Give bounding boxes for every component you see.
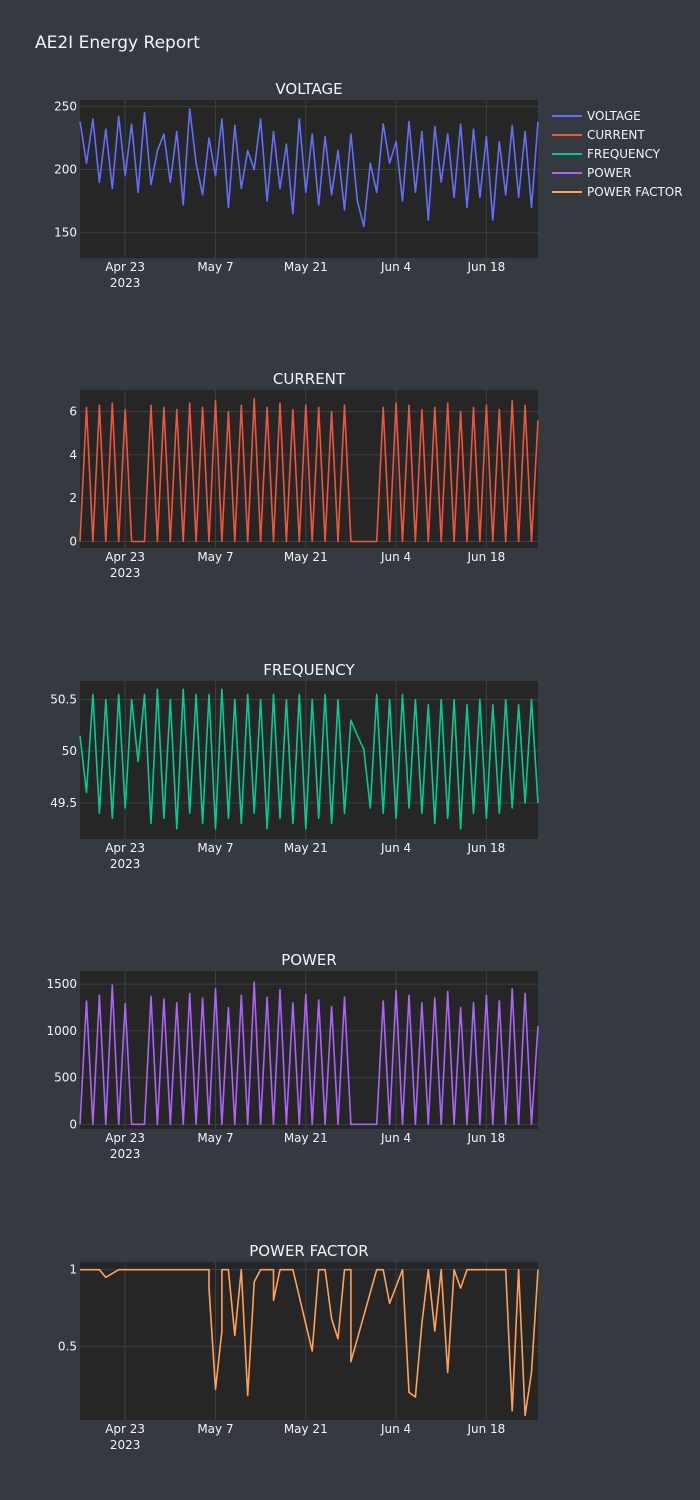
x-tick-label: May 21	[284, 1422, 328, 1436]
x-year-label: 2023	[110, 1147, 141, 1161]
chart-current: Apr 23 May 7 May 21 Jun 4 Jun 18 2023 0 2 4 6 CURR…	[69, 370, 539, 580]
x-tick-label: Jun 18	[466, 1131, 505, 1145]
x-tick-label: May 21	[284, 1131, 328, 1145]
chart-power-factor: Apr 23 May 7 May 21 Jun 4 Jun 18 2023 0.5 1 POWE…	[58, 1242, 539, 1452]
y-tick-label: 1000	[46, 1024, 77, 1038]
legend-label-power: POWER	[587, 165, 632, 180]
y-tick-label: 49.5	[50, 796, 77, 810]
legend-item-voltage[interactable]: VOLTAGE	[552, 106, 683, 125]
x-tick-label: Apr 23	[105, 1131, 145, 1145]
y-tick-label: 200	[54, 163, 77, 177]
x-tick-label: Apr 23	[105, 550, 145, 564]
x-tick-label: May 21	[284, 550, 328, 564]
y-tick-label: 2	[69, 491, 77, 505]
x-tick-label: Jun 4	[380, 841, 411, 855]
y-tick-label: 50	[62, 744, 77, 758]
x-tick-label: May 7	[197, 1422, 233, 1436]
x-tick-label: Jun 18	[466, 260, 505, 274]
legend-swatch-voltage	[552, 114, 582, 117]
x-tick-label: Jun 4	[380, 550, 411, 564]
y-tick-label: 4	[69, 448, 77, 462]
y-tick-label: 50.5	[50, 693, 77, 707]
y-tick-label: 1	[69, 1263, 77, 1277]
x-year-label: 2023	[110, 1438, 141, 1452]
legend-label-power-factor: POWER FACTOR	[587, 184, 683, 199]
charts-container: Apr 23 May 7 May 21 Jun 4 Jun 18202315020025…	[46, 80, 539, 1452]
y-tick-label: 0	[69, 535, 77, 549]
x-tick-label: May 7	[197, 1131, 233, 1145]
y-tick-label: 0.5	[58, 1339, 77, 1353]
legend[interactable]: VOLTAGE CURRENT FREQUENCY POWER POWER FA…	[552, 106, 683, 201]
x-tick-label: May 7	[197, 841, 233, 855]
x-tick-label: Jun 4	[380, 260, 411, 274]
x-tick-label: May 21	[284, 841, 328, 855]
y-tick-label: 6	[69, 405, 77, 419]
chart-title-voltage: VOLTAGE	[275, 80, 342, 98]
legend-label-frequency: FREQUENCY	[587, 146, 661, 161]
x-tick-label: Jun 18	[466, 550, 505, 564]
legend-swatch-frequency	[552, 152, 582, 155]
y-tick-label: 250	[54, 99, 77, 113]
chart-title-current: CURRENT	[273, 370, 346, 388]
x-tick-label: Jun 4	[380, 1131, 411, 1145]
x-tick-label: Jun 18	[466, 841, 505, 855]
legend-label-current: CURRENT	[587, 127, 645, 142]
x-tick-label: May 7	[197, 550, 233, 564]
x-tick-label: May 21	[284, 260, 328, 274]
legend-swatch-power-factor	[552, 190, 582, 193]
chart-title-power: POWER	[281, 951, 337, 969]
chart-power: Apr 23 May 7 May 21 Jun 4 Jun 18 2023 0 500 1000…	[46, 951, 539, 1161]
chart-title-power-factor: POWER FACTOR	[249, 1242, 368, 1260]
x-tick-label: Apr 23	[105, 260, 145, 274]
x-tick-label: Apr 23	[105, 841, 145, 855]
chart-voltage: Apr 23 May 7 May 21 Jun 4 Jun 18 2023 150 200 25…	[54, 80, 539, 290]
legend-swatch-current	[552, 133, 582, 136]
legend-item-current[interactable]: CURRENT	[552, 125, 683, 144]
y-tick-label: 500	[54, 1071, 77, 1085]
y-tick-label: 150	[54, 226, 77, 240]
legend-swatch-power	[552, 171, 582, 174]
legend-label-voltage: VOLTAGE	[587, 108, 641, 123]
chart-frequency: Apr 23 May 7 May 21 Jun 4 Jun 18 2023 49.5 50 50…	[50, 661, 539, 871]
legend-item-frequency[interactable]: FREQUENCY	[552, 144, 683, 163]
legend-item-power[interactable]: POWER	[552, 163, 683, 182]
x-tick-label: May 7	[197, 260, 233, 274]
x-year-label: 2023	[110, 276, 141, 290]
y-tick-label: 0	[69, 1117, 77, 1131]
plot-background	[80, 1262, 538, 1420]
x-year-label: 2023	[110, 566, 141, 580]
legend-item-power-factor[interactable]: POWER FACTOR	[552, 182, 683, 201]
x-tick-label: Apr 23	[105, 1422, 145, 1436]
x-tick-label: Jun 4	[380, 1422, 411, 1436]
y-tick-label: 1500	[46, 977, 77, 991]
x-year-label: 2023	[110, 857, 141, 871]
x-tick-label: Jun 18	[466, 1422, 505, 1436]
chart-title-frequency: FREQUENCY	[263, 661, 355, 679]
